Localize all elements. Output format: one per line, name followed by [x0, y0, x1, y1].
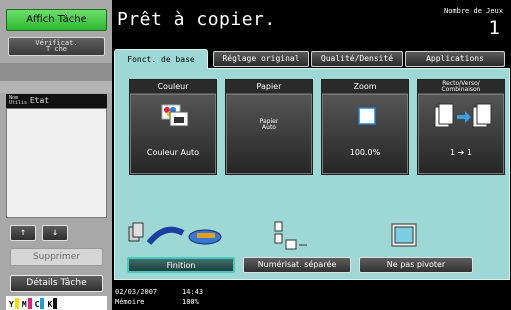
status-memory-label: Mémoire	[115, 298, 145, 306]
recto-verso-card-body: 1 ➜ 1	[418, 94, 504, 174]
verificat-tache-button[interactable]: Vérificat. T che	[8, 37, 105, 56]
verificat-sublabel: T che	[45, 45, 68, 53]
status-bar: 02/03/2007 14:43 Mémoire 100%	[112, 282, 511, 310]
simplex-copy-icon	[434, 103, 492, 128]
toner-k-bar	[53, 297, 58, 309]
left-panel: Affich Tâche Vérificat. T che Nom Utilis…	[0, 0, 112, 310]
color-copy-icon	[161, 104, 189, 127]
affich-tache-button[interactable]: Affich Tâche	[6, 9, 107, 31]
toner-y: Y	[9, 297, 19, 309]
supprimer-button[interactable]: Supprimer	[10, 248, 103, 266]
toner-k: K	[47, 297, 58, 309]
recto-verso-card[interactable]: Recto/Verso/ Combinaison 1 ➜ 1	[417, 79, 505, 175]
job-list[interactable]	[6, 108, 107, 218]
toner-m: M	[21, 297, 32, 309]
toner-m-bar	[27, 297, 32, 309]
zoom-card-label: Zoom	[322, 80, 408, 94]
toner-m-letter: M	[21, 299, 27, 309]
tab-fonct-de-base[interactable]: Fonct. de base	[114, 49, 208, 69]
ne-pas-pivoter-icon	[391, 223, 417, 247]
details-tache-button[interactable]: Détails Tâche	[10, 275, 103, 292]
papier-card-body: Papier Auto	[226, 94, 312, 174]
toner-c: C	[34, 297, 45, 309]
papier-value-line2: Auto	[262, 124, 276, 131]
papier-value: Papier Auto	[227, 119, 311, 131]
papier-card-label: Papier	[226, 80, 312, 94]
left-separator-light	[0, 81, 112, 93]
toner-levels: Y M C K	[6, 296, 107, 310]
zoom-page-icon	[358, 107, 376, 125]
job-header-etat: Etat	[29, 96, 50, 105]
arrow-down-icon: ↓	[51, 227, 59, 238]
toner-c-letter: C	[34, 299, 40, 309]
zoom-card[interactable]: Zoom 100.0%	[321, 79, 409, 175]
couleur-card-label: Couleur	[130, 80, 216, 94]
tab-qualite-densite[interactable]: Qualité/Densité	[311, 51, 403, 67]
recto-verso-value: 1 ➜ 1	[450, 148, 472, 157]
toner-k-letter: K	[47, 299, 53, 309]
settings-panel: Couleur Couleur Auto Papier Papier Auto …	[114, 68, 510, 280]
scroll-down-button[interactable]: ↓	[42, 225, 68, 241]
main-area: Prêt à copier. Nombre de Jeux 1 Réglage …	[112, 0, 511, 310]
tab-reglage-original[interactable]: Réglage original	[213, 51, 309, 67]
job-header-nom: Nom Utilis	[9, 95, 28, 106]
zoom-card-body: 100.0%	[322, 94, 408, 174]
status-time: 14:43	[182, 288, 204, 296]
papier-card[interactable]: Papier Papier Auto	[225, 79, 313, 175]
couleur-value: Couleur Auto	[146, 148, 200, 157]
couleur-card-body: Couleur Auto	[130, 94, 216, 174]
page-title: Prêt à copier.	[117, 9, 276, 30]
couleur-card[interactable]: Couleur Couleur Auto	[129, 79, 217, 175]
recto-verso-label-line2: Combinaison	[441, 86, 481, 93]
status-date: 02/03/2007	[115, 288, 158, 296]
copies-label: Nombre de Jeux	[443, 7, 503, 15]
copies-count: 1	[488, 17, 500, 39]
toner-y-bar	[14, 297, 19, 309]
job-header-utilis-label: Utilis	[9, 99, 28, 106]
status-memory-value: 100%	[182, 298, 199, 306]
ne-pas-pivoter-button[interactable]: Ne pas pivoter	[359, 257, 473, 273]
scroll-up-button[interactable]: ↑	[10, 225, 36, 241]
job-list-header: Nom Utilis Etat	[6, 94, 107, 108]
tab-applications[interactable]: Applications	[405, 51, 505, 67]
recto-verso-card-label: Recto/Verso/ Combinaison	[418, 80, 504, 94]
arrow-up-icon: ↑	[19, 227, 27, 238]
numerisat-separee-button[interactable]: Numérisat. séparée	[243, 257, 351, 273]
toner-c-bar	[40, 297, 45, 309]
numerisat-separee-icon	[274, 221, 307, 250]
finition-button[interactable]: Finition	[127, 257, 235, 273]
finition-icons	[128, 222, 222, 245]
zoom-value: 100.0%	[349, 148, 381, 157]
left-separator	[0, 63, 112, 81]
toner-y-letter: Y	[9, 299, 14, 309]
